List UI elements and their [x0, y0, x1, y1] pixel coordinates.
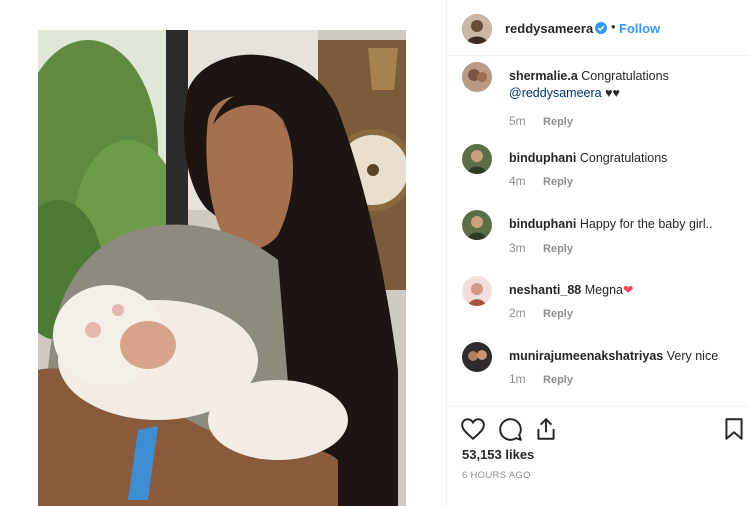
separator-dot: •: [611, 19, 616, 34]
comment-meta: 4m Reply: [509, 174, 573, 188]
author-username[interactable]: reddysameera: [505, 21, 593, 36]
likes-count[interactable]: 53,153 likes: [462, 447, 534, 462]
commenter-avatar[interactable]: [462, 144, 492, 174]
comment-meta: 3m Reply: [509, 241, 573, 255]
post-timestamp: 6 HOURS AGO: [462, 470, 531, 481]
comment-body: Happy for the baby girl..: [579, 217, 713, 231]
commenter-username[interactable]: binduphani: [509, 151, 576, 165]
verified-badge-icon: [595, 22, 607, 34]
bookmark-icon[interactable]: [721, 416, 747, 442]
comment-mention[interactable]: @reddysameera: [509, 86, 602, 100]
comment-icon[interactable]: [497, 416, 523, 442]
commenter-username[interactable]: munirajumeenakshatriyas: [509, 349, 663, 363]
commenter-avatar[interactable]: [462, 276, 492, 306]
comment-text: binduphani Congratulations: [509, 150, 739, 167]
commenter-avatar[interactable]: [462, 210, 492, 240]
comment-age: 1m: [509, 372, 526, 386]
follow-button[interactable]: Follow: [619, 21, 660, 36]
post-header: reddysameera • Follow: [447, 0, 750, 56]
comment-body: Megna: [584, 283, 623, 297]
post-actions: 53,153 likes 6 HOURS AGO: [447, 406, 750, 506]
post-media-pane: [0, 0, 446, 506]
comments-list: shermalie.a Congratulations @reddysameer…: [447, 56, 750, 406]
comment-age: 2m: [509, 306, 526, 320]
commenter-avatar[interactable]: [462, 62, 492, 92]
post-sidebar: reddysameera • Follow shermalie.a Congra…: [446, 0, 750, 506]
comment-body: Very nice: [666, 349, 719, 363]
comment-text: shermalie.a Congratulations @reddysameer…: [509, 68, 739, 102]
comment-suffix: ♥♥: [601, 86, 620, 100]
comment-text: binduphani Happy for the baby girl..: [509, 216, 739, 233]
comment-meta: 1m Reply: [509, 372, 573, 386]
comment-body: Congratulations: [579, 151, 668, 165]
comment-meta: 5m Reply: [509, 114, 573, 128]
commenter-username[interactable]: shermalie.a: [509, 69, 578, 83]
reply-button[interactable]: Reply: [543, 176, 573, 188]
reply-button[interactable]: Reply: [543, 374, 573, 386]
comment-text: neshanti_88 Megna❤: [509, 282, 739, 299]
photo-illustration: [38, 30, 406, 506]
comment-text: munirajumeenakshatriyas Very nice: [509, 348, 739, 365]
reply-button[interactable]: Reply: [543, 243, 573, 255]
author-avatar[interactable]: [462, 14, 492, 44]
heart-icon[interactable]: [460, 416, 486, 442]
share-icon[interactable]: [533, 416, 559, 442]
post-photo[interactable]: [38, 30, 406, 506]
commenter-username[interactable]: neshanti_88: [509, 283, 581, 297]
heart-emoji: ❤: [622, 283, 634, 297]
commenter-username[interactable]: binduphani: [509, 217, 576, 231]
comment-meta: 2m Reply: [509, 306, 573, 320]
reply-button[interactable]: Reply: [543, 308, 573, 320]
reply-button[interactable]: Reply: [543, 116, 573, 128]
comment-age: 3m: [509, 241, 526, 255]
comment-age: 4m: [509, 174, 526, 188]
comment-body: Congratulations: [581, 69, 669, 83]
commenter-avatar[interactable]: [462, 342, 492, 372]
comment-age: 5m: [509, 114, 526, 128]
